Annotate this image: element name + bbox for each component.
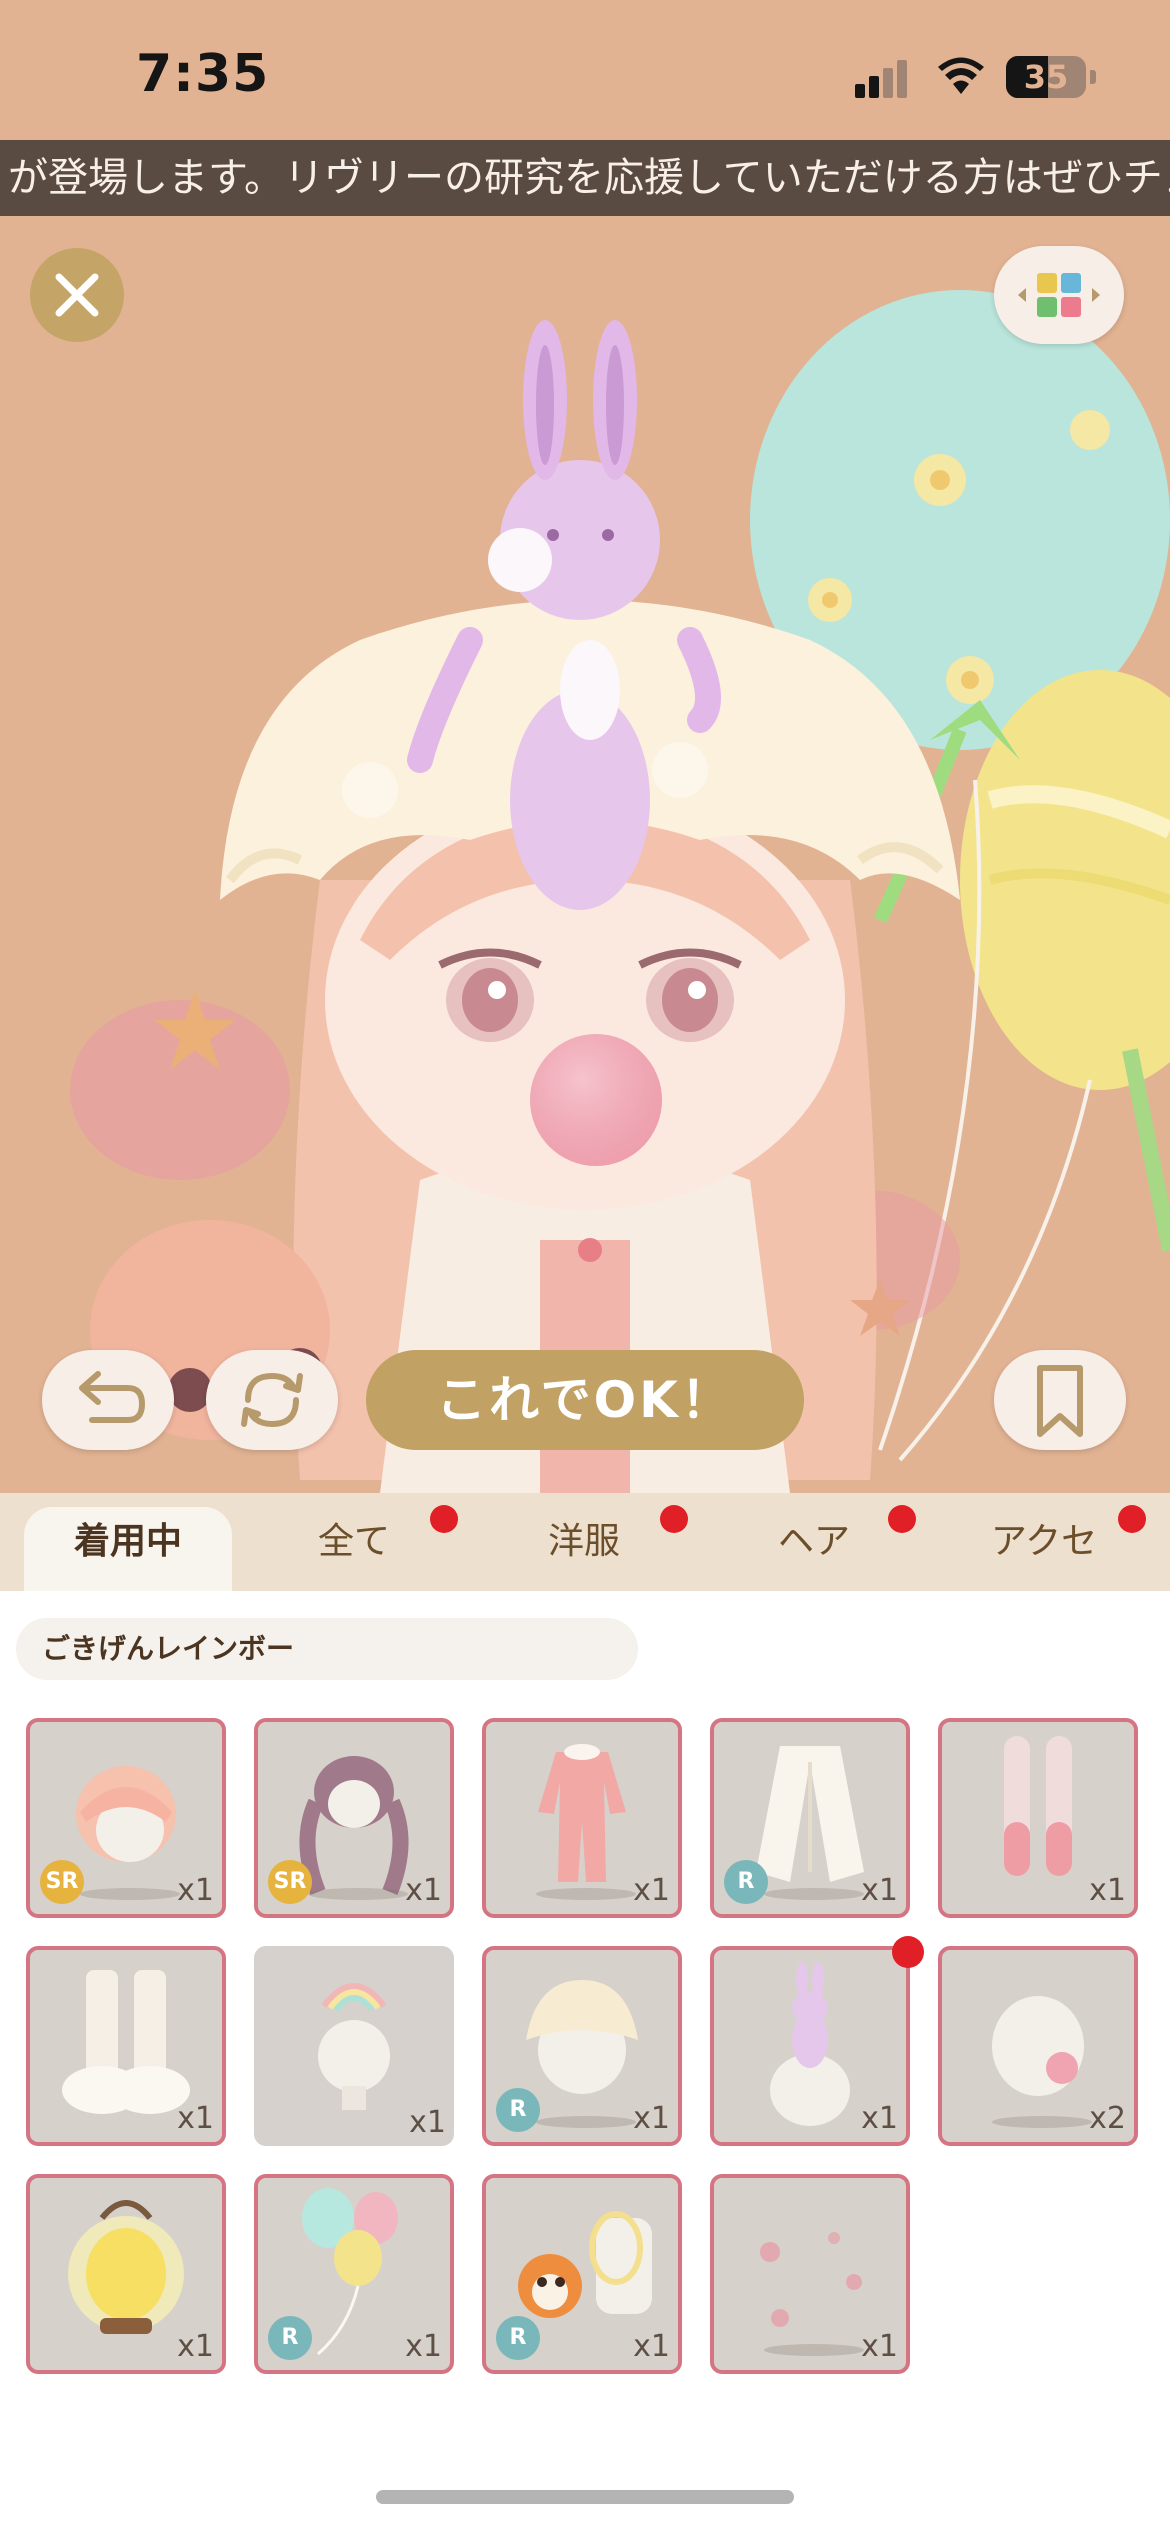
notification-dot [1118,1505,1146,1533]
category-tabs: 着用中 全て 洋服 ヘア アクセ [0,1493,1170,1591]
item-quantity: x1 [861,2101,898,2136]
item-shadow [992,2116,1092,2128]
item-shadow [536,2116,636,2128]
notification-dot [660,1505,688,1533]
status-bar: 7:35 35 [0,0,1170,140]
item-slot[interactable]: R x1 [482,2174,682,2374]
grid-color-icon [1018,273,1100,317]
notification-dot [430,1505,458,1533]
tab-label: 着用中 [73,1521,182,1562]
rarity-badge: R [496,2088,540,2132]
outfit-set-label: ごきげんレインボー [42,1632,295,1665]
close-icon [55,273,99,317]
avatar-preview-stage: 7:35 35 が登場します。リヴリーの研究を応援していただける方はぜひチェッ [0,0,1170,1493]
tab-accessories[interactable]: アクセ [954,1493,1134,1591]
item-quantity: x1 [177,2329,214,2364]
ticker-text: が登場します。リヴリーの研究を応援していただける方はぜひチェッ [8,155,1170,201]
item-slot[interactable]: R x1 [482,1946,682,2146]
tab-label: アクセ [990,1521,1098,1562]
item-slot[interactable]: x1 [26,1946,226,2146]
item-shadow [536,1888,636,1900]
item-slot[interactable]: x1 [482,1718,682,1918]
item-shadow [308,1888,408,1900]
item-quantity: x1 [633,2101,670,2136]
undo-icon [79,1371,146,1423]
home-indicator[interactable] [376,2490,794,2504]
item-slot[interactable]: R x1 [254,2174,454,2374]
rarity-badge: SR [40,1860,84,1904]
item-quantity: x1 [177,2101,214,2136]
item-quantity: x1 [861,1873,898,1908]
item-slot[interactable]: x2 [938,1946,1138,2146]
tab-label: 全て [317,1521,390,1562]
item-quantity: x1 [1089,1873,1126,1908]
item-shadow [764,1888,864,1900]
undo-button[interactable] [42,1350,174,1450]
tab-label: ヘア [777,1521,850,1562]
notification-dot [888,1505,916,1533]
tab-hair[interactable]: ヘア [724,1493,904,1591]
rarity-badge: R [496,2316,540,2360]
new-item-dot [892,1936,924,1968]
item-quantity: x2 [1089,2101,1126,2136]
rotate-button[interactable] [206,1350,338,1450]
tab-label: 洋服 [547,1521,620,1562]
item-shadow [80,1888,180,1900]
wifi-icon [938,57,984,94]
item-quantity: x1 [861,2329,898,2364]
battery-icon: 35 [1006,56,1086,98]
item-slot[interactable]: SR x1 [26,1718,226,1918]
item-slot[interactable]: x1 [26,2174,226,2374]
item-slot[interactable]: SR x1 [254,1718,454,1918]
tab-all[interactable]: 全て [264,1493,444,1591]
avatar-preview-scene [70,290,1170,1493]
battery-level: 35 [1023,58,1069,96]
item-quantity: x1 [405,1873,442,1908]
news-ticker[interactable]: が登場します。リヴリーの研究を応援していただける方はぜひチェッ [0,140,1170,216]
item-quantity: x1 [633,1873,670,1908]
item-quantity: x1 [405,2329,442,2364]
tab-wearing[interactable]: 着用中 [24,1507,232,1591]
tab-clothes[interactable]: 洋服 [494,1493,674,1591]
rotate-icon [241,1372,303,1428]
confirm-ok-button[interactable]: これでOK！ [366,1350,804,1450]
signal-icon [855,58,915,98]
item-slot[interactable]: x1 [710,2174,910,2374]
item-quantity: x1 [633,2329,670,2364]
rarity-badge: R [724,1860,768,1904]
bookmark-icon [1037,1365,1083,1437]
close-button[interactable] [30,248,124,342]
outfit-set-name[interactable]: ごきげんレインボー [16,1618,638,1680]
item-slot[interactable]: x1 [710,1946,910,2146]
item-slot[interactable]: x1 [938,1718,1138,1918]
item-quantity: x1 [177,1873,214,1908]
battery-tip [1090,70,1096,84]
status-time: 7:35 [136,44,270,104]
rarity-badge: R [268,2316,312,2360]
item-shadow [764,2344,864,2356]
item-slot[interactable]: x1 [254,1946,454,2146]
item-slot[interactable]: R x1 [710,1718,910,1918]
rarity-badge: SR [268,1860,312,1904]
item-quantity: x1 [409,2105,446,2140]
bookmark-button[interactable] [994,1350,1126,1450]
layout-toggle-button[interactable] [994,246,1124,344]
